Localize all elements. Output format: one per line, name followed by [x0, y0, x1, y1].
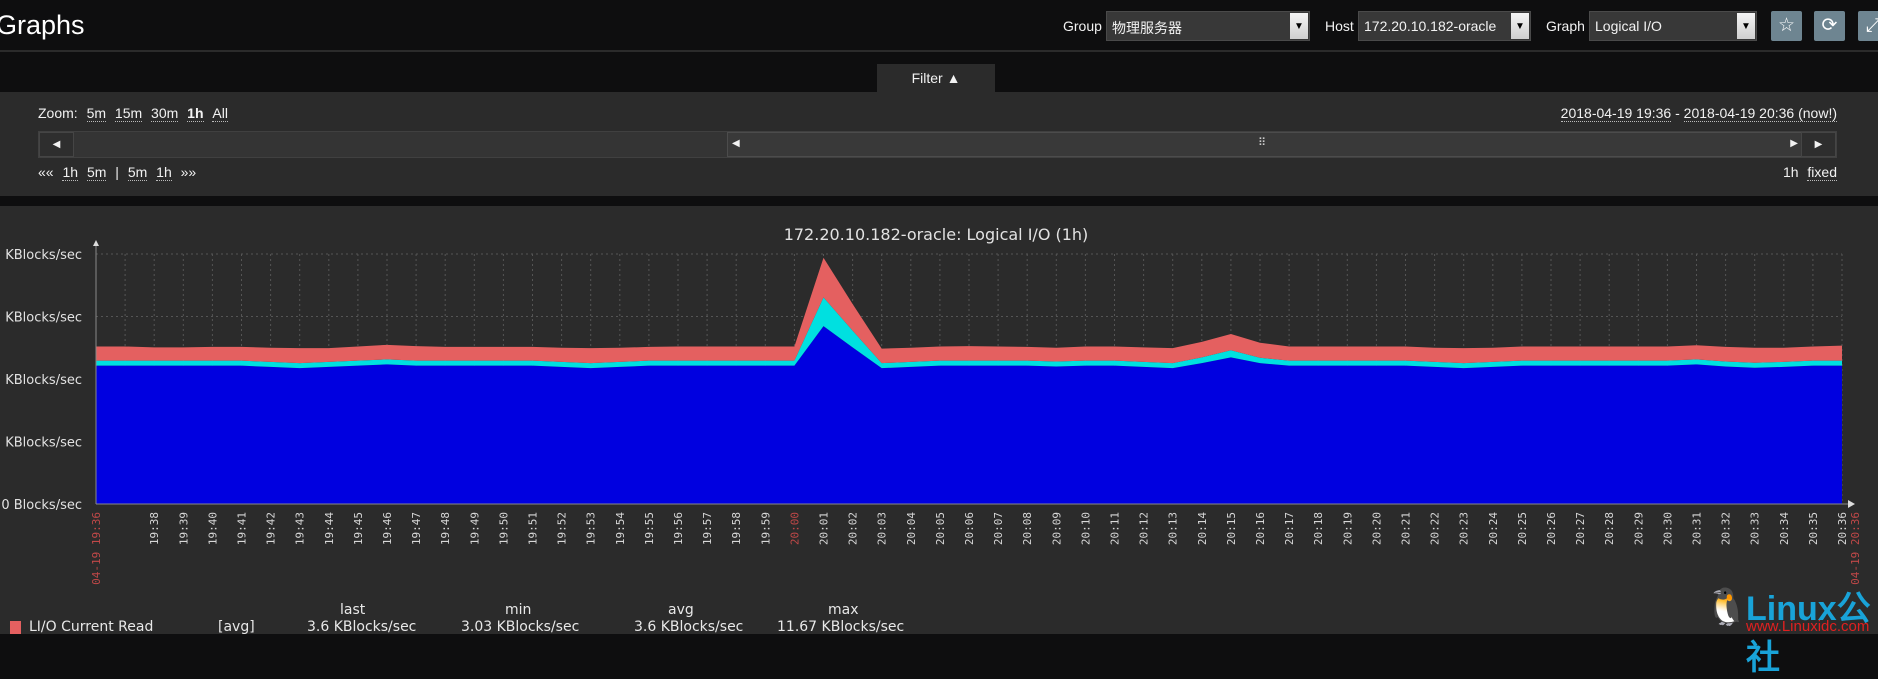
- x-end-label: 04-19 20:36: [1849, 512, 1862, 585]
- watermark-logo: 🐧 Linux公社 www.Linuxidc.com: [1700, 585, 1878, 677]
- x-tick-label: 20:32: [1720, 512, 1733, 545]
- y-axis-arrow-icon: [93, 240, 99, 246]
- x-tick-label: 20:21: [1400, 512, 1413, 545]
- x-tick-label: 20:20: [1370, 512, 1383, 545]
- legend-col-avg: avg: [668, 602, 694, 618]
- x-tick-label: 20:05: [934, 512, 947, 545]
- x-tick-label: 20:15: [1225, 512, 1238, 545]
- x-tick-label: 20:35: [1807, 512, 1820, 545]
- x-tick-label: 20:10: [1079, 512, 1092, 545]
- x-tick-label: 20:28: [1603, 512, 1616, 545]
- x-tick-label: 20:34: [1778, 512, 1791, 545]
- x-tick-label: 19:53: [585, 512, 598, 545]
- x-tick-label: 20:00: [788, 512, 801, 545]
- x-tick-label: 20:25: [1516, 512, 1529, 545]
- x-tick-label: 20:29: [1632, 512, 1645, 545]
- x-tick-label: 20:27: [1574, 512, 1587, 545]
- x-tick-label: 20:18: [1312, 512, 1325, 545]
- x-tick-label: 20:31: [1691, 512, 1704, 545]
- x-tick-label: 19:40: [206, 512, 219, 545]
- x-tick-label: 19:56: [672, 512, 685, 545]
- x-tick-label: 19:50: [497, 512, 510, 545]
- x-tick-label: 19:59: [759, 512, 772, 545]
- x-tick-label: 19:41: [236, 512, 249, 545]
- logical-io-chart[interactable]: 172.20.10.182-oracle: Logical I/O (1h) K…: [0, 0, 1878, 634]
- legend-avg: 3.6 KBlocks/sec: [634, 619, 744, 635]
- x-tick-label: 20:16: [1254, 512, 1267, 545]
- legend-func: [avg]: [218, 619, 255, 635]
- x-axis-arrow-icon: [1848, 500, 1855, 508]
- x-tick-label: 20:24: [1487, 512, 1500, 545]
- x-tick-label: 20:08: [1021, 512, 1034, 545]
- x-tick-label: 20:17: [1283, 512, 1296, 545]
- legend-min: 3.03 KBlocks/sec: [461, 619, 580, 635]
- y-tick-label: KBlocks/sec: [5, 311, 82, 326]
- x-tick-label: 20:13: [1167, 512, 1180, 545]
- x-tick-label: 19:51: [527, 512, 540, 545]
- y-tick-label: KBlocks/sec: [5, 373, 82, 388]
- x-tick-label: 20:06: [963, 512, 976, 545]
- x-tick-label: 19:39: [177, 512, 190, 545]
- legend-swatch: [10, 621, 21, 634]
- x-tick-label: 19:42: [265, 512, 278, 545]
- chart-legend: last min avg max LI/O Current Read [avg]…: [0, 602, 1000, 642]
- x-tick-label: 20:36: [1836, 512, 1849, 545]
- y-tick-label: KBlocks/sec: [5, 248, 82, 263]
- x-tick-label: 19:57: [701, 512, 714, 545]
- x-tick-label: 20:04: [905, 512, 918, 545]
- x-tick-label: 20:03: [876, 512, 889, 545]
- x-tick-label: 19:55: [643, 512, 656, 545]
- x-tick-label: 19:45: [352, 512, 365, 545]
- legend-col-max: max: [828, 602, 859, 618]
- x-tick-label: 20:19: [1341, 512, 1354, 545]
- chart-title: 172.20.10.182-oracle: Logical I/O (1h): [784, 225, 1089, 244]
- x-tick-label: 20:23: [1458, 512, 1471, 545]
- x-tick-label: 19:48: [439, 512, 452, 545]
- legend-last: 3.6 KBlocks/sec: [307, 619, 417, 635]
- x-tick-label: 19:44: [323, 512, 336, 545]
- x-tick-label: 20:26: [1545, 512, 1558, 545]
- x-tick-label: 04-19 19:36: [90, 512, 103, 585]
- x-tick-label: 20:33: [1749, 512, 1762, 545]
- x-tick-label: 20:09: [1050, 512, 1063, 545]
- x-tick-label: 19:46: [381, 512, 394, 545]
- legend-col-min: min: [505, 602, 532, 618]
- x-tick-label: 20:11: [1109, 512, 1122, 545]
- penguin-icon: 🐧: [1704, 586, 1749, 627]
- legend-col-last: last: [340, 602, 366, 618]
- watermark-url: www.Linuxidc.com: [1746, 618, 1870, 635]
- x-tick-label: 19:47: [410, 512, 423, 545]
- x-tick-label: 20:14: [1196, 512, 1209, 545]
- x-tick-label: 20:12: [1138, 512, 1151, 545]
- legend-series-name: LI/O Current Read: [29, 619, 154, 635]
- x-tick-label: 20:30: [1661, 512, 1674, 545]
- x-tick-label: 20:07: [992, 512, 1005, 545]
- x-tick-label: 19:38: [148, 512, 161, 545]
- x-tick-label: 20:01: [818, 512, 831, 545]
- legend-max: 11.67 KBlocks/sec: [777, 619, 905, 635]
- x-tick-label: 19:43: [294, 512, 307, 545]
- x-tick-label: 19:54: [614, 512, 627, 545]
- x-tick-label: 19:52: [556, 512, 569, 545]
- x-tick-label: 19:49: [468, 512, 481, 545]
- y-tick-label: KBlocks/sec: [5, 436, 82, 451]
- x-tick-label: 20:02: [847, 512, 860, 545]
- x-tick-label: 20:22: [1429, 512, 1442, 545]
- x-tick-label: 19:58: [730, 512, 743, 545]
- y-tick-label: 0 Blocks/sec: [1, 498, 82, 513]
